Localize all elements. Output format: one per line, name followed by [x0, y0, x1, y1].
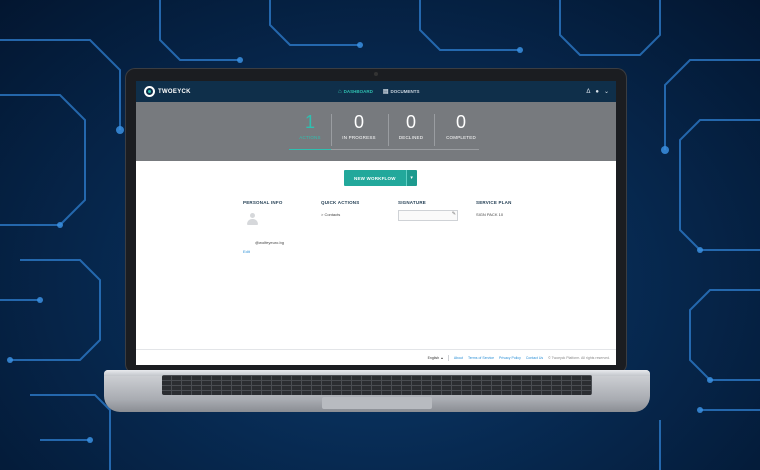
stat-divider	[331, 114, 332, 146]
bell-icon[interactable]: Δ	[586, 89, 590, 95]
avatar-icon	[247, 213, 258, 225]
stat-in-progress-value: 0	[353, 112, 364, 132]
nav-documents[interactable]: ▤ DOCUMENTS	[383, 89, 420, 95]
nav-dashboard-label: DASHBOARD	[343, 89, 373, 94]
new-workflow-button-group: NEW WORKFLOW ▾	[344, 170, 417, 186]
app-logo[interactable]: TWOEYCK	[144, 86, 191, 97]
quick-actions-section: QUICK ACTIONS > Contacts	[321, 200, 381, 230]
stat-completed-label: COMPLETED	[446, 135, 476, 140]
user-email: @wolfeyeuro.bg	[255, 240, 284, 245]
stat-in-progress[interactable]: 0 IN PROGRESS	[334, 112, 384, 152]
workflow-dropdown-caret-icon[interactable]: ▾	[405, 170, 417, 186]
user-icon[interactable]: ●	[595, 89, 599, 95]
laptop-screen: TWOEYCK ⌂ DASHBOARD ▤ DOCUMENTS Δ ● ⌄ 1 …	[136, 81, 616, 365]
chevron-down-icon[interactable]: ⌄	[604, 88, 609, 95]
footer-link-terms[interactable]: Terms of Service	[468, 356, 494, 360]
laptop-keyboard	[162, 375, 592, 395]
signature-box[interactable]: ✎	[398, 210, 458, 221]
app-header: TWOEYCK ⌂ DASHBOARD ▤ DOCUMENTS Δ ● ⌄	[136, 81, 616, 102]
edit-profile-link[interactable]: Edit	[243, 249, 250, 254]
stat-declined[interactable]: 0 DECLINED	[386, 112, 436, 152]
header-actions: Δ ● ⌄	[586, 81, 609, 102]
stat-actions-label: ACTIONS	[299, 135, 321, 140]
stat-declined-value: 0	[405, 112, 416, 132]
service-plan-title: SERVICE PLAN	[476, 200, 512, 205]
webcam	[374, 72, 378, 76]
new-workflow-button[interactable]: NEW WORKFLOW	[344, 170, 406, 186]
nav-documents-label: DOCUMENTS	[390, 89, 420, 94]
service-plan-value: SIGN PACK 10	[476, 212, 504, 217]
service-plan-section: SERVICE PLAN SIGN PACK 10	[476, 200, 546, 230]
logo-name: TWOEYCK	[158, 88, 191, 95]
footer-divider	[447, 354, 449, 361]
stat-declined-label: DECLINED	[398, 135, 424, 140]
edit-signature-icon[interactable]: ✎	[452, 211, 456, 217]
footer-link-privacy[interactable]: Privacy Policy	[499, 356, 521, 360]
footer-copyright: © Twoeyck Platform. All rights reserved.	[548, 355, 610, 360]
footer-link-about[interactable]: About	[454, 356, 463, 360]
stat-in-progress-label: IN PROGRESS	[342, 135, 376, 140]
stats-underline-active	[289, 149, 331, 150]
personal-info-title: PERSONAL INFO	[243, 200, 283, 205]
footer-link-contact[interactable]: Contact Us	[526, 356, 543, 360]
stat-actions-value: 1	[304, 112, 315, 132]
app-footer: English ▴ About Terms of Service Privacy…	[136, 349, 616, 365]
main-nav: ⌂ DASHBOARD ▤ DOCUMENTS	[338, 81, 420, 102]
stat-completed[interactable]: 0 COMPLETED	[436, 112, 486, 152]
stat-divider	[434, 114, 435, 146]
stats-band: 1 ACTIONS 0 IN PROGRESS 0 DECLINED 0 COM…	[136, 102, 616, 161]
documents-icon: ▤	[382, 88, 389, 95]
language-caret-icon[interactable]: ▴	[441, 356, 443, 360]
quick-actions-title: QUICK ACTIONS	[321, 200, 360, 205]
laptop-lid: TWOEYCK ⌂ DASHBOARD ▤ DOCUMENTS Δ ● ⌄ 1 …	[125, 68, 627, 374]
signature-section: SIGNATURE ✎	[398, 200, 460, 230]
stat-completed-value: 0	[455, 112, 466, 132]
personal-info-section: PERSONAL INFO @wolfeyeuro.bg Edit	[243, 200, 303, 260]
signature-title: SIGNATURE	[398, 200, 426, 205]
language-selector[interactable]: English	[428, 356, 439, 360]
laptop-trackpad	[322, 397, 432, 409]
laptop-base	[104, 370, 650, 412]
logo-icon	[144, 86, 155, 97]
stat-actions[interactable]: 1 ACTIONS	[285, 112, 335, 152]
nav-dashboard[interactable]: ⌂ DASHBOARD	[338, 89, 373, 95]
home-icon: ⌂	[338, 88, 342, 95]
quick-action-contacts[interactable]: > Contacts	[321, 212, 340, 217]
